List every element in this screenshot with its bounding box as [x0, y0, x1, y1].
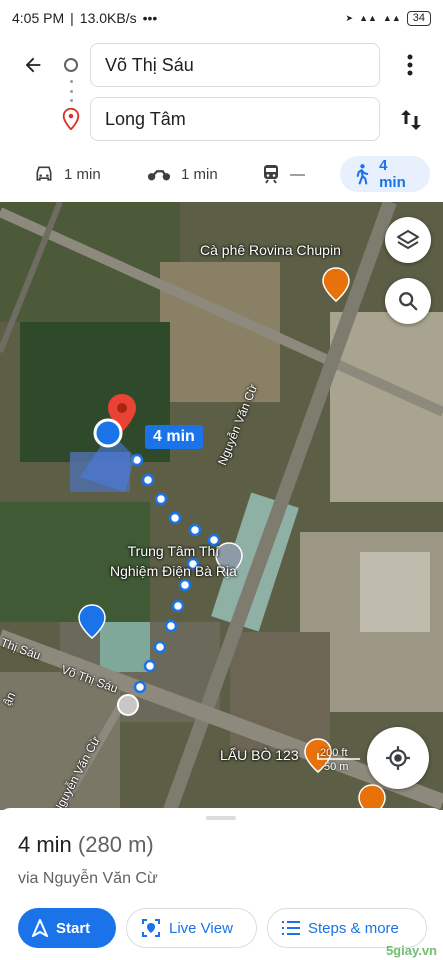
scale-feet: 200 ft [320, 747, 348, 759]
car-icon [36, 166, 52, 181]
scale-meters: 50 m [324, 761, 349, 773]
back-button[interactable] [18, 50, 48, 80]
mode-driving-time: 1 min [64, 165, 101, 183]
route-header: Võ Thị Sáu Long Tâm 1 min 1 min — 4 min [0, 36, 443, 202]
more-vert-icon [407, 54, 413, 76]
route-duration: 4 min [18, 832, 72, 857]
live-view-icon [142, 919, 160, 937]
travel-modes: 1 min 1 min — 4 min [0, 154, 443, 194]
watermark: 5giay.vn [385, 943, 437, 958]
walking-eta-chip[interactable]: 4 min [145, 425, 203, 449]
swap-button[interactable] [398, 106, 424, 134]
destination-pin-icon [62, 108, 80, 130]
status-divider: | [70, 10, 74, 26]
status-time: 4:05 PM [12, 10, 65, 26]
search-icon [399, 292, 418, 311]
search-along-route-button[interactable] [385, 278, 431, 324]
status-speed: 13.0KB/s [79, 10, 137, 26]
live-view-button[interactable]: Live View [126, 908, 257, 948]
map-view[interactable]: Cà phê Rovina Chupin Trung Tâm Thí Nghiệ… [0, 202, 443, 810]
route-summary: 4 min (280 m) [18, 832, 154, 858]
signal-icon-2: ▲▲ [382, 13, 401, 23]
layers-button[interactable] [385, 217, 431, 263]
arrow-back-icon [25, 57, 41, 73]
satellite-imagery [0, 202, 443, 810]
mode-transit-time: — [290, 165, 305, 183]
mode-walking-time: 4 min [379, 157, 406, 191]
place-label-test-center[interactable]: Trung Tâm Thí Nghiệm Điện Bà Rịa [110, 541, 237, 581]
overflow-menu-button[interactable] [398, 50, 422, 80]
start-button[interactable]: Start [18, 908, 116, 948]
more-icon: ••• [142, 10, 158, 26]
mode-driving[interactable]: 1 min [20, 156, 115, 192]
route-via: via Nguyễn Văn Cừ [18, 870, 158, 887]
place-label-lau-bo[interactable]: LẨU BÒ 123 [220, 747, 299, 763]
route-distance: (280 m) [77, 832, 154, 857]
steps-more-button[interactable]: Steps & more [267, 908, 427, 948]
my-location-button[interactable] [367, 727, 429, 789]
route-connector [70, 80, 73, 102]
layers-icon [397, 230, 419, 249]
swap-vert-icon [401, 110, 421, 130]
motorcycle-icon [147, 170, 171, 181]
origin-marker-icon [64, 58, 78, 72]
start-label: Start [56, 919, 91, 937]
battery-indicator: 34 [406, 10, 431, 26]
status-bar: 4:05 PM | 13.0KB/s ••• ➤ ▲▲ ▲▲ 34 [0, 0, 443, 36]
route-summary-sheet[interactable]: 4 min (280 m) via Nguyễn Văn Cừ Start Li… [0, 808, 443, 960]
live-view-label: Live View [169, 919, 233, 937]
map-scale: 200 ft 50 m [290, 747, 348, 773]
mode-transit[interactable]: — [248, 156, 319, 192]
train-icon [264, 165, 278, 184]
mode-motorcycle-time: 1 min [181, 165, 218, 183]
signal-icon: ▲▲ [359, 13, 377, 23]
place-label-cafe[interactable]: Cà phê Rovina Chupin [200, 242, 341, 258]
mode-walking[interactable]: 4 min [340, 156, 430, 192]
my-location-icon [386, 746, 410, 770]
location-icon: ➤ [345, 12, 354, 23]
steps-more-label: Steps & more [308, 919, 399, 937]
destination-field[interactable]: Long Tâm [90, 97, 380, 141]
origin-field[interactable]: Võ Thị Sáu [90, 43, 380, 87]
mode-motorcycle[interactable]: 1 min [133, 156, 232, 192]
navigation-arrow-icon [32, 919, 48, 937]
sheet-drag-handle[interactable] [206, 816, 236, 820]
walking-icon [356, 164, 369, 185]
list-icon [282, 921, 300, 935]
